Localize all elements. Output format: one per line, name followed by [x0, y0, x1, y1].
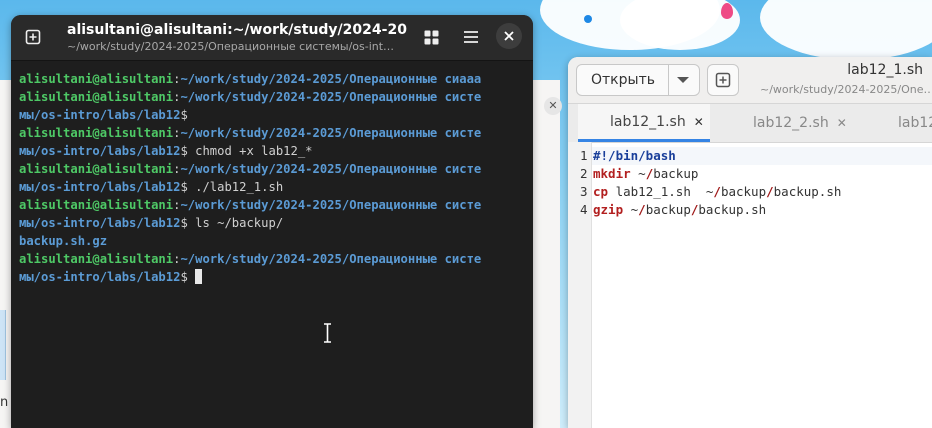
code-token: backup.sh	[773, 184, 842, 199]
new-document-icon	[715, 72, 731, 88]
open-file-button[interactable]: Открыть	[576, 64, 700, 96]
text-editor-window[interactable]: Открыть lab12_1.sh ~/work/study/2024-202…	[568, 57, 932, 428]
command-text: $ ls ~/backup/	[180, 216, 284, 230]
editor-subtitle: ~/work/study/2024-2025/One…	[760, 83, 932, 96]
dropdown-arrow-icon[interactable]	[677, 77, 689, 83]
prompt-path: мы/os-intro/labs/lab12	[19, 180, 181, 194]
prompt-user-host: alisultani@alisultani	[19, 90, 174, 104]
tab-lab12-3[interactable]: lab12	[898, 104, 932, 142]
editor-tabbar: lab12_1.sh ✕ lab12_2.sh ✕ lab12	[568, 104, 932, 143]
main-menu-button[interactable]	[456, 22, 486, 52]
prompt-path: ~/work/study/2024-2025/Операционные сист…	[180, 252, 482, 266]
tab-close-icon[interactable]: ✕	[694, 115, 704, 129]
prompt-path: ~/work/study/2024-2025/Операционные сист…	[180, 198, 482, 212]
terminal-line: alisultani@alisultani:~/work/study/2024-…	[19, 160, 529, 178]
terminal-line: alisultani@alisultani:~/work/study/2024-…	[19, 124, 529, 142]
code-token: ~	[623, 202, 639, 217]
prompt-path: мы/os-intro/labs/lab12	[19, 144, 181, 158]
balloon-decoration	[721, 3, 733, 19]
line-number: 2	[580, 166, 588, 181]
open-button-divider	[668, 65, 669, 95]
dot-decoration	[584, 15, 592, 23]
command-text: $ chmod +x lab12_*	[180, 144, 313, 158]
terminal-line: alisultani@alisultani:~/work/study/2024-…	[19, 88, 529, 106]
code-token: /	[713, 184, 721, 199]
terminal-output[interactable]: alisultani@alisultani:~/work/study/2024-…	[19, 70, 529, 428]
terminal-window[interactable]: alisultani@alisultani:~/work/study/2024-…	[11, 15, 533, 428]
terminal-line: мы/os-intro/labs/lab12$	[19, 268, 529, 286]
code-token: cp	[593, 184, 609, 199]
prompt-path: мы/os-intro/labs/lab12	[19, 216, 181, 230]
code-line[interactable]: gzip ~/backup/backup.sh	[593, 201, 766, 219]
background-window-edge-text: n	[0, 395, 9, 410]
new-tab-icon	[25, 29, 41, 45]
command-output: backup.sh.gz	[19, 234, 108, 248]
tab-lab12-1[interactable]: lab12_1.sh ✕	[578, 104, 710, 142]
terminal-line: мы/os-intro/labs/lab12$	[19, 106, 529, 124]
new-document-button[interactable]	[707, 64, 739, 96]
prompt-user-host: alisultani@alisultani	[19, 126, 174, 140]
terminal-line: мы/os-intro/labs/lab12$ chmod +x lab12_*	[19, 142, 529, 160]
terminal-title: alisultani@alisultani:~/work/study/2024-…	[67, 22, 407, 38]
prompt-path: мы/os-intro/labs/lab12	[19, 270, 181, 284]
command-text: $ ./lab12_1.sh	[180, 180, 284, 194]
terminal-line: alisultani@alisultani:~/work/study/2024-…	[19, 250, 529, 268]
tab-overview-button[interactable]	[416, 22, 446, 52]
background-window-close-icon[interactable]: ✕	[544, 97, 562, 115]
code-token: mkdir	[593, 166, 631, 181]
code-view[interactable]: 1 #!/bin/bash 2 mkdir ~/backup 3 cp lab12_1.s…	[568, 142, 932, 428]
prompt-path: ~/work/study/2024-2025/Операционные сист…	[180, 126, 482, 140]
tab-label: lab12_2.sh	[753, 115, 829, 131]
tab-close-icon[interactable]: ✕	[837, 116, 847, 130]
tab-label: lab12	[898, 115, 932, 131]
prompt-user-host: alisultani@alisultani	[19, 162, 174, 176]
code-line[interactable]: cp lab12_1.sh ~/backup/backup.sh	[593, 183, 841, 201]
code-token: lab12_1.sh ~	[608, 184, 714, 199]
code-token: /	[766, 184, 774, 199]
prompt-path: ~/work/study/2024-2025/Операционные сиаа…	[180, 72, 482, 86]
text-cursor-ibeam-icon	[324, 323, 331, 343]
line-number: 4	[580, 202, 588, 217]
terminal-cursor	[195, 269, 203, 284]
code-token: gzip	[593, 202, 624, 217]
line-number: 3	[580, 184, 588, 199]
command-text: $	[180, 270, 196, 284]
close-icon	[504, 31, 514, 41]
code-token: backup	[720, 184, 767, 199]
prompt-path: ~/work/study/2024-2025/Операционные сист…	[180, 162, 482, 176]
background-window-sliver	[0, 310, 6, 380]
terminal-close-button[interactable]	[496, 23, 522, 49]
code-line[interactable]: #!/bin/bash	[593, 147, 676, 165]
code-token: backup.sh	[698, 202, 767, 217]
code-token: backup	[645, 202, 691, 217]
terminal-line: backup.sh.gz	[19, 232, 529, 250]
prompt-path: мы/os-intro/labs/lab12	[19, 108, 181, 122]
terminal-headerbar: alisultani@alisultani:~/work/study/2024-…	[11, 15, 533, 61]
open-button-label: Открыть	[591, 72, 655, 88]
line-number: 1	[580, 148, 588, 163]
command-text: $	[180, 108, 188, 122]
new-tab-button[interactable]	[18, 22, 48, 52]
prompt-user-host: alisultani@alisultani	[19, 198, 174, 212]
terminal-subtitle: ~/work/study/2024-2025/Операционные сист…	[67, 40, 395, 53]
terminal-line: alisultani@alisultani:~/work/study/2024-…	[19, 70, 529, 88]
prompt-user-host: alisultani@alisultani	[19, 252, 174, 266]
layout-grid-icon	[424, 30, 438, 44]
code-token: ~	[630, 166, 646, 181]
prompt-path: ~/work/study/2024-2025/Операционные сист…	[180, 90, 482, 104]
cloud-decoration	[760, 0, 932, 60]
terminal-line: мы/os-intro/labs/lab12$ ./lab12_1.sh	[19, 178, 529, 196]
terminal-line: alisultani@alisultani:~/work/study/2024-…	[19, 196, 529, 214]
editor-title: lab12_1.sh	[847, 62, 923, 78]
terminal-line: мы/os-intro/labs/lab12$ ls ~/backup/	[19, 214, 529, 232]
editor-headerbar: Открыть lab12_1.sh ~/work/study/2024-202…	[568, 57, 932, 104]
tab-label: lab12_1.sh	[610, 113, 686, 130]
hamburger-menu-icon	[464, 31, 478, 43]
tab-lab12-2[interactable]: lab12_2.sh ✕	[753, 104, 847, 142]
prompt-user-host: alisultani@alisultani	[19, 72, 174, 86]
code-token: backup	[653, 166, 699, 181]
code-line[interactable]: mkdir ~/backup	[593, 165, 698, 183]
code-token: #!/bin/bash	[593, 148, 676, 163]
code-token: /	[638, 202, 646, 217]
